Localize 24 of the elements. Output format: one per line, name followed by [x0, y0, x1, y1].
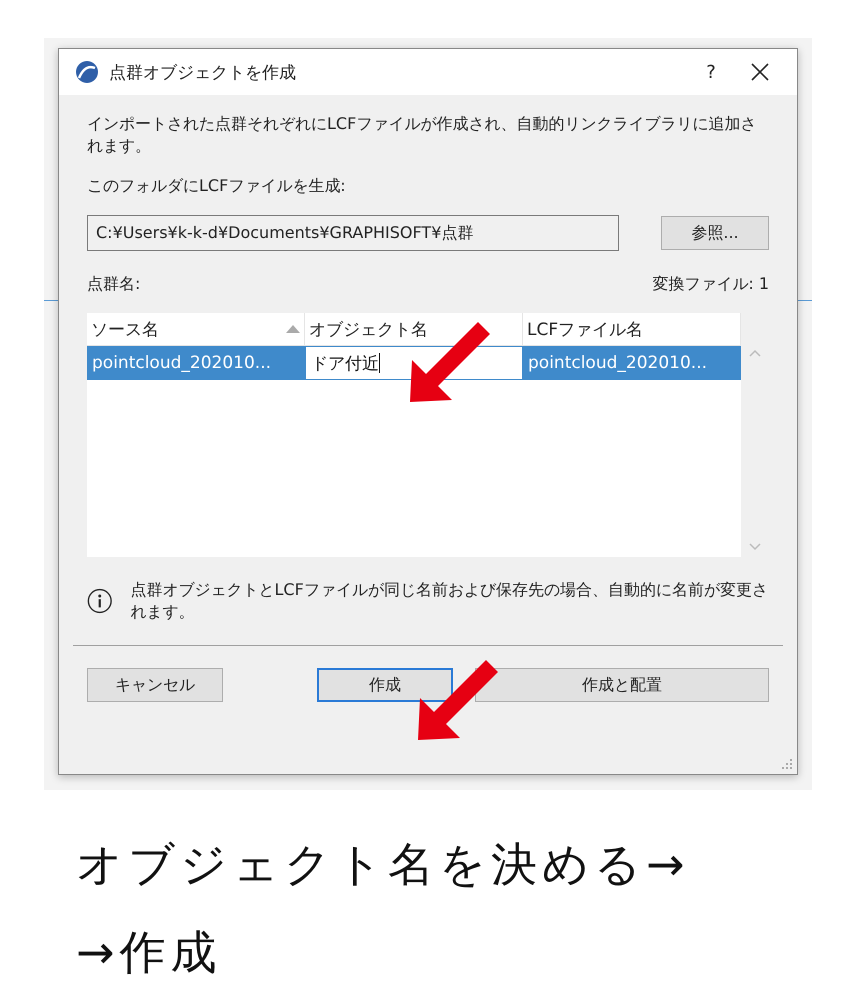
- help-button[interactable]: ?: [681, 62, 741, 82]
- folder-label: このフォルダにLCFファイルを生成:: [87, 175, 347, 197]
- caption-text: →作成: [76, 924, 223, 981]
- converted-count: 変換ファイル: 1: [652, 273, 769, 295]
- dialog-button[interactable]: 作成と配置: [475, 668, 769, 702]
- close-icon[interactable]: [751, 63, 769, 81]
- list-row[interactable]: pointcloud_202010... ドア付近 pointcloud_202010...: [87, 346, 741, 380]
- caption-text: オブジェクト名を決める→: [76, 836, 691, 893]
- info-icon: [87, 587, 112, 615]
- list-label: 点群名:: [87, 273, 140, 295]
- dialog-button[interactable]: キャンセル: [87, 668, 223, 702]
- note-text: 点群オブジェクトとLCFファイルが同じ名前および保存先の場合、自動的に名前が変更されます。: [130, 579, 769, 623]
- description-text: インポートされた点群それぞれにLCFファイルが作成され、自動的リンクライブラリに追加されます。: [87, 113, 758, 157]
- app-logo-icon: [75, 60, 99, 84]
- browse-button[interactable]: 参照...: [661, 216, 769, 250]
- table-cell-text: pointcloud_202010...: [91, 352, 272, 375]
- window-title: 点群オブジェクトを作成: [109, 62, 297, 84]
- dialog-button[interactable]: 作成: [317, 668, 453, 702]
- scroll-down-icon[interactable]: [749, 543, 761, 551]
- column-header[interactable]: ソース名: [87, 313, 305, 345]
- resize-grip-icon[interactable]: [781, 758, 793, 770]
- scroll-up-icon[interactable]: [749, 349, 761, 357]
- table-cell-text: pointcloud_202010...: [527, 352, 708, 375]
- folder-path-field[interactable]: C:¥Users¥k-k-d¥Documents¥GRAPHISOFT¥点群: [87, 215, 619, 251]
